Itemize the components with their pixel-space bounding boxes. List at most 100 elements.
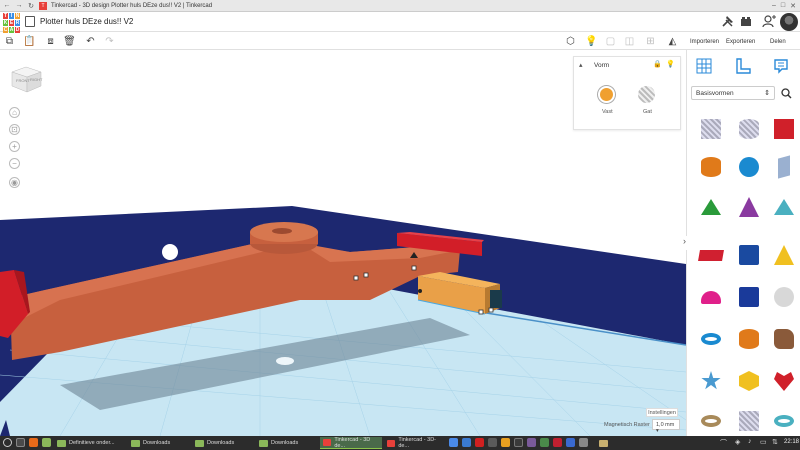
browser-icon[interactable] <box>462 438 471 447</box>
notes-icon[interactable] <box>773 58 789 74</box>
shape-sphere[interactable] <box>732 150 766 184</box>
os-taskbar: Definitieve onder... Downloads Downloads… <box>0 436 800 450</box>
ungroup-icon[interactable]: ◫ <box>624 36 635 47</box>
import-button[interactable]: Importeren <box>690 39 719 45</box>
note-icon[interactable]: ⬡ <box>565 36 576 47</box>
chrome-icon[interactable] <box>449 438 458 447</box>
align-icon[interactable]: ⊞ <box>645 36 656 47</box>
shape-category-select[interactable]: Basisvormen ⇕ <box>691 86 775 100</box>
shape-half-sphere[interactable] <box>694 280 728 314</box>
ubuntu-icon[interactable] <box>29 438 38 447</box>
search-icon[interactable] <box>779 86 793 100</box>
zoom-in-icon[interactable]: + <box>9 141 20 152</box>
undo-icon[interactable]: ↶ <box>85 36 96 47</box>
tinkercad-logo[interactable]: TINKERCAD <box>3 13 20 33</box>
network-icon[interactable]: ⇅ <box>772 438 778 446</box>
duplicate-icon[interactable]: ⧈ <box>45 36 56 47</box>
app-icon-purple[interactable] <box>527 438 536 447</box>
fit-all-icon[interactable]: ⊡ <box>9 124 20 135</box>
task-label-2: Downloads <box>207 440 235 446</box>
light-bulb-icon[interactable]: 💡 <box>585 36 597 47</box>
task-item-2[interactable]: Downloads <box>192 437 254 449</box>
task-item-1[interactable]: Downloads <box>128 437 190 449</box>
user-add-icon[interactable] <box>762 14 776 28</box>
app-icon-green[interactable] <box>540 438 549 447</box>
minimize-icon[interactable]: – <box>772 2 776 10</box>
home-view-icon[interactable]: ⌂ <box>9 107 20 118</box>
shape-polygon-prism[interactable] <box>732 280 766 314</box>
paste-icon[interactable]: 📋 <box>23 36 35 47</box>
shape-ring[interactable] <box>694 404 728 438</box>
shape-heart[interactable] <box>767 364 800 398</box>
app-icon-gray-2[interactable] <box>579 438 588 447</box>
solid-color-swatch[interactable] <box>598 86 615 103</box>
shape-half-torus[interactable] <box>767 404 800 438</box>
light-bulb-toggle-icon[interactable]: 💡 <box>666 60 675 68</box>
design-list-icon[interactable] <box>25 16 35 27</box>
app-icon-gray[interactable] <box>488 438 497 447</box>
shape-roof[interactable] <box>694 190 728 224</box>
shape-scribble[interactable] <box>767 150 800 184</box>
group-icon[interactable]: ▢ <box>605 36 616 47</box>
settings-button[interactable]: Instellingen <box>646 408 678 417</box>
shape-box-hole[interactable] <box>694 112 728 146</box>
blocks-icon[interactable] <box>739 14 753 28</box>
zoom-out-icon[interactable]: − <box>9 158 20 169</box>
shape-cylinder[interactable] <box>694 150 728 184</box>
volume-icon[interactable]: ♪ <box>748 438 752 445</box>
task-item-3[interactable]: Downloads <box>256 437 318 449</box>
back-icon[interactable]: ← <box>3 2 11 10</box>
app-icon-red[interactable] <box>475 438 484 447</box>
shield-icon[interactable]: ◈ <box>735 438 740 446</box>
shape-paraboloid[interactable] <box>767 280 800 314</box>
shape-icosahedron[interactable] <box>732 364 766 398</box>
copy-icon[interactable]: ⧉ <box>4 36 15 47</box>
mirror-icon[interactable]: ◭ <box>667 36 678 47</box>
share-button[interactable]: Delen <box>770 39 786 45</box>
shape-cylinder-hole[interactable] <box>732 112 766 146</box>
hole-swatch[interactable] <box>638 86 655 103</box>
forward-icon[interactable]: → <box>15 2 23 10</box>
wifi-icon[interactable]: ⌒ <box>720 438 727 448</box>
maximize-icon[interactable]: □ <box>781 2 785 10</box>
reload-icon[interactable]: ↻ <box>27 2 35 10</box>
battery-icon[interactable]: ▭ <box>760 438 767 446</box>
shape-shape-generator[interactable] <box>767 322 800 356</box>
hammer-pickaxe-icon[interactable] <box>721 14 735 28</box>
shape-pyramid[interactable] <box>767 238 800 272</box>
export-button[interactable]: Exporteren <box>726 39 755 45</box>
app-icon-blue[interactable] <box>566 438 575 447</box>
ruler-icon[interactable] <box>735 58 751 74</box>
shape-torus[interactable] <box>694 322 728 356</box>
design-title[interactable]: Plotter huls DEze dus!! V2 <box>40 17 133 26</box>
delete-icon[interactable]: 🗑 <box>63 36 76 47</box>
shape-star[interactable] <box>694 364 728 398</box>
workplane-grid-icon[interactable] <box>696 58 712 74</box>
close-icon[interactable]: ✕ <box>790 2 796 10</box>
view-cube[interactable]: FRONT RIGHT <box>10 66 43 93</box>
shape-hex-hole[interactable] <box>732 404 766 438</box>
lock-icon[interactable]: 🔒 <box>653 60 662 68</box>
shape-round-roof[interactable] <box>767 190 800 224</box>
desktop-icon[interactable] <box>16 438 25 447</box>
collapse-panel-chevron-icon[interactable]: › <box>683 236 691 250</box>
snap-grid-select[interactable]: 1,0 mm ▾ <box>652 419 680 434</box>
shape-tube[interactable] <box>732 322 766 356</box>
shape-cone[interactable] <box>732 190 766 224</box>
task-item-extra[interactable] <box>596 437 616 449</box>
shape-polygon[interactable] <box>732 238 766 272</box>
terminal-icon[interactable] <box>514 438 523 447</box>
shape-box[interactable] <box>767 112 800 146</box>
task-item-4[interactable]: Tinkercad - 3D de... <box>320 437 382 449</box>
redo-icon[interactable]: ↷ <box>104 36 115 47</box>
avatar[interactable] <box>780 13 798 31</box>
perspective-icon[interactable]: ◉ <box>9 177 20 188</box>
task-item-5[interactable]: Tinkercad - 3D-de... <box>384 437 446 449</box>
task-item-0[interactable]: Definitieve onder... <box>54 437 126 449</box>
collapse-caret-icon[interactable]: ▴ <box>579 61 583 69</box>
app-icon-red-2[interactable] <box>553 438 562 447</box>
app-icon-yellow[interactable] <box>501 438 510 447</box>
shape-text[interactable] <box>694 238 728 272</box>
power-icon[interactable] <box>3 438 12 447</box>
files-icon[interactable] <box>42 438 51 447</box>
